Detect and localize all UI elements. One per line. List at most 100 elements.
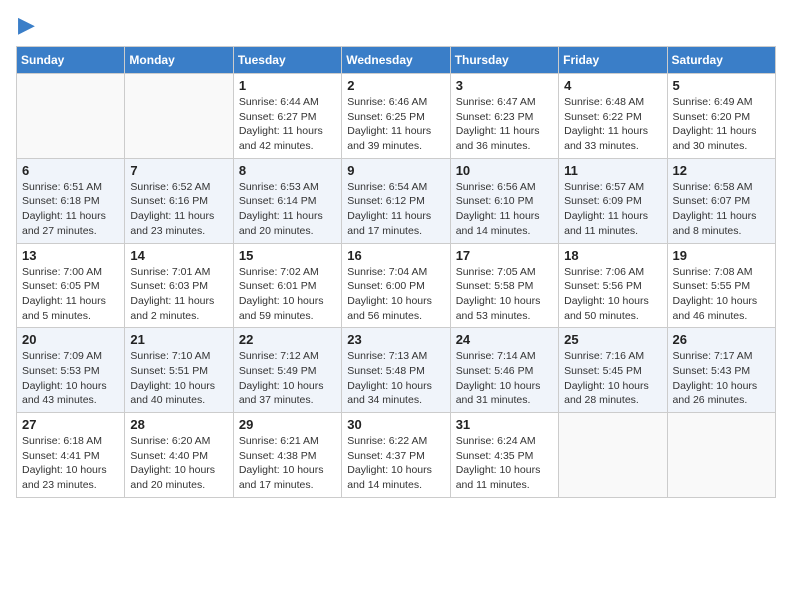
logo-block: ▶ — [16, 16, 35, 38]
day-detail: Sunrise: 7:16 AM Sunset: 5:45 PM Dayligh… — [564, 349, 661, 408]
day-detail: Sunrise: 7:12 AM Sunset: 5:49 PM Dayligh… — [239, 349, 336, 408]
calendar-table: SundayMondayTuesdayWednesdayThursdayFrid… — [16, 46, 776, 498]
day-number: 10 — [456, 163, 553, 178]
day-number: 25 — [564, 332, 661, 347]
calendar-week-row: 6Sunrise: 6:51 AM Sunset: 6:18 PM Daylig… — [17, 158, 776, 243]
calendar-day-cell: 3 Sunrise: 6:47 AM Sunset: 6:23 PM Daylig… — [450, 74, 558, 159]
day-detail: Sunrise: 7:06 AM Sunset: 5:56 PM Dayligh… — [564, 265, 661, 324]
day-number: 31 — [456, 417, 553, 432]
day-detail: Sunrise: 7:00 AM Sunset: 6:05 PM Dayligh… — [22, 265, 119, 324]
calendar-day-cell: 26 Sunrise: 7:17 AM Sunset: 5:43 PM Dayli… — [667, 328, 775, 413]
calendar-day-cell: 16 Sunrise: 7:04 AM Sunset: 6:00 PM Dayli… — [342, 243, 450, 328]
weekday-header: Saturday — [667, 47, 775, 74]
day-detail: Sunrise: 6:49 AM Sunset: 6:20 PM Dayligh… — [673, 95, 770, 154]
day-number: 24 — [456, 332, 553, 347]
calendar-day-cell — [17, 74, 125, 159]
day-detail: Sunrise: 6:47 AM Sunset: 6:23 PM Dayligh… — [456, 95, 553, 154]
logo: ▶ — [16, 16, 35, 38]
day-detail: Sunrise: 7:05 AM Sunset: 5:58 PM Dayligh… — [456, 265, 553, 324]
day-detail: Sunrise: 6:53 AM Sunset: 6:14 PM Dayligh… — [239, 180, 336, 239]
calendar-week-row: 20 Sunrise: 7:09 AM Sunset: 5:53 PM Dayli… — [17, 328, 776, 413]
logo-bird-icon: ▶ — [18, 12, 35, 38]
day-detail: Sunrise: 7:10 AM Sunset: 5:51 PM Dayligh… — [130, 349, 227, 408]
weekday-header: Tuesday — [233, 47, 341, 74]
weekday-header: Friday — [559, 47, 667, 74]
calendar-day-cell: 9 Sunrise: 6:54 AM Sunset: 6:12 PM Daylig… — [342, 158, 450, 243]
calendar-day-cell: 6Sunrise: 6:51 AM Sunset: 6:18 PM Daylig… — [17, 158, 125, 243]
calendar-day-cell: 13Sunrise: 7:00 AM Sunset: 6:05 PM Dayli… — [17, 243, 125, 328]
day-detail: Sunrise: 6:44 AM Sunset: 6:27 PM Dayligh… — [239, 95, 336, 154]
day-detail: Sunrise: 6:20 AM Sunset: 4:40 PM Dayligh… — [130, 434, 227, 493]
day-number: 29 — [239, 417, 336, 432]
weekday-header: Wednesday — [342, 47, 450, 74]
calendar-day-cell: 15 Sunrise: 7:02 AM Sunset: 6:01 PM Dayli… — [233, 243, 341, 328]
day-number: 23 — [347, 332, 444, 347]
day-detail: Sunrise: 6:56 AM Sunset: 6:10 PM Dayligh… — [456, 180, 553, 239]
day-detail: Sunrise: 7:09 AM Sunset: 5:53 PM Dayligh… — [22, 349, 119, 408]
day-detail: Sunrise: 6:22 AM Sunset: 4:37 PM Dayligh… — [347, 434, 444, 493]
day-number: 22 — [239, 332, 336, 347]
day-number: 14 — [130, 248, 227, 263]
day-number: 20 — [22, 332, 119, 347]
weekday-header: Monday — [125, 47, 233, 74]
day-detail: Sunrise: 7:08 AM Sunset: 5:55 PM Dayligh… — [673, 265, 770, 324]
day-detail: Sunrise: 6:58 AM Sunset: 6:07 PM Dayligh… — [673, 180, 770, 239]
day-number: 26 — [673, 332, 770, 347]
calendar-day-cell: 5 Sunrise: 6:49 AM Sunset: 6:20 PM Daylig… — [667, 74, 775, 159]
day-detail: Sunrise: 6:18 AM Sunset: 4:41 PM Dayligh… — [22, 434, 119, 493]
day-number: 16 — [347, 248, 444, 263]
day-number: 11 — [564, 163, 661, 178]
day-number: 3 — [456, 78, 553, 93]
weekday-header: Sunday — [17, 47, 125, 74]
calendar-day-cell — [667, 413, 775, 498]
day-number: 8 — [239, 163, 336, 178]
calendar-day-cell: 22 Sunrise: 7:12 AM Sunset: 5:49 PM Dayli… — [233, 328, 341, 413]
day-detail: Sunrise: 7:14 AM Sunset: 5:46 PM Dayligh… — [456, 349, 553, 408]
day-number: 28 — [130, 417, 227, 432]
day-number: 15 — [239, 248, 336, 263]
calendar-week-row: 1 Sunrise: 6:44 AM Sunset: 6:27 PM Daylig… — [17, 74, 776, 159]
day-number: 2 — [347, 78, 444, 93]
day-number: 1 — [239, 78, 336, 93]
calendar-day-cell: 28 Sunrise: 6:20 AM Sunset: 4:40 PM Dayli… — [125, 413, 233, 498]
day-detail: Sunrise: 7:02 AM Sunset: 6:01 PM Dayligh… — [239, 265, 336, 324]
calendar-day-cell: 21 Sunrise: 7:10 AM Sunset: 5:51 PM Dayli… — [125, 328, 233, 413]
day-detail: Sunrise: 7:17 AM Sunset: 5:43 PM Dayligh… — [673, 349, 770, 408]
day-detail: Sunrise: 6:24 AM Sunset: 4:35 PM Dayligh… — [456, 434, 553, 493]
weekday-header: Thursday — [450, 47, 558, 74]
day-detail: Sunrise: 6:21 AM Sunset: 4:38 PM Dayligh… — [239, 434, 336, 493]
day-number: 18 — [564, 248, 661, 263]
day-detail: Sunrise: 6:51 AM Sunset: 6:18 PM Dayligh… — [22, 180, 119, 239]
day-number: 12 — [673, 163, 770, 178]
day-detail: Sunrise: 7:04 AM Sunset: 6:00 PM Dayligh… — [347, 265, 444, 324]
calendar-day-cell: 27Sunrise: 6:18 AM Sunset: 4:41 PM Dayli… — [17, 413, 125, 498]
calendar-day-cell: 29 Sunrise: 6:21 AM Sunset: 4:38 PM Dayli… — [233, 413, 341, 498]
day-detail: Sunrise: 6:57 AM Sunset: 6:09 PM Dayligh… — [564, 180, 661, 239]
calendar-day-cell: 30Sunrise: 6:22 AM Sunset: 4:37 PM Dayli… — [342, 413, 450, 498]
day-number: 7 — [130, 163, 227, 178]
calendar-day-cell: 25 Sunrise: 7:16 AM Sunset: 5:45 PM Dayli… — [559, 328, 667, 413]
day-number: 5 — [673, 78, 770, 93]
calendar-week-row: 27Sunrise: 6:18 AM Sunset: 4:41 PM Dayli… — [17, 413, 776, 498]
calendar-day-cell: 11 Sunrise: 6:57 AM Sunset: 6:09 PM Dayli… — [559, 158, 667, 243]
day-detail: Sunrise: 7:01 AM Sunset: 6:03 PM Dayligh… — [130, 265, 227, 324]
day-detail: Sunrise: 6:54 AM Sunset: 6:12 PM Dayligh… — [347, 180, 444, 239]
calendar-day-cell: 20 Sunrise: 7:09 AM Sunset: 5:53 PM Dayli… — [17, 328, 125, 413]
calendar-day-cell: 14 Sunrise: 7:01 AM Sunset: 6:03 PM Dayli… — [125, 243, 233, 328]
calendar-day-cell: 4 Sunrise: 6:48 AM Sunset: 6:22 PM Daylig… — [559, 74, 667, 159]
calendar-day-cell: 7 Sunrise: 6:52 AM Sunset: 6:16 PM Daylig… — [125, 158, 233, 243]
day-number: 17 — [456, 248, 553, 263]
day-detail: Sunrise: 6:48 AM Sunset: 6:22 PM Dayligh… — [564, 95, 661, 154]
calendar-day-cell — [559, 413, 667, 498]
calendar-day-cell: 12 Sunrise: 6:58 AM Sunset: 6:07 PM Dayli… — [667, 158, 775, 243]
day-detail: Sunrise: 6:52 AM Sunset: 6:16 PM Dayligh… — [130, 180, 227, 239]
calendar-day-cell: 23 Sunrise: 7:13 AM Sunset: 5:48 PM Dayli… — [342, 328, 450, 413]
calendar-day-cell: 31 Sunrise: 6:24 AM Sunset: 4:35 PM Dayli… — [450, 413, 558, 498]
calendar-day-cell: 19 Sunrise: 7:08 AM Sunset: 5:55 PM Dayli… — [667, 243, 775, 328]
day-detail: Sunrise: 7:13 AM Sunset: 5:48 PM Dayligh… — [347, 349, 444, 408]
day-number: 9 — [347, 163, 444, 178]
calendar-header-row: SundayMondayTuesdayWednesdayThursdayFrid… — [17, 47, 776, 74]
day-number: 19 — [673, 248, 770, 263]
day-number: 21 — [130, 332, 227, 347]
day-number: 4 — [564, 78, 661, 93]
